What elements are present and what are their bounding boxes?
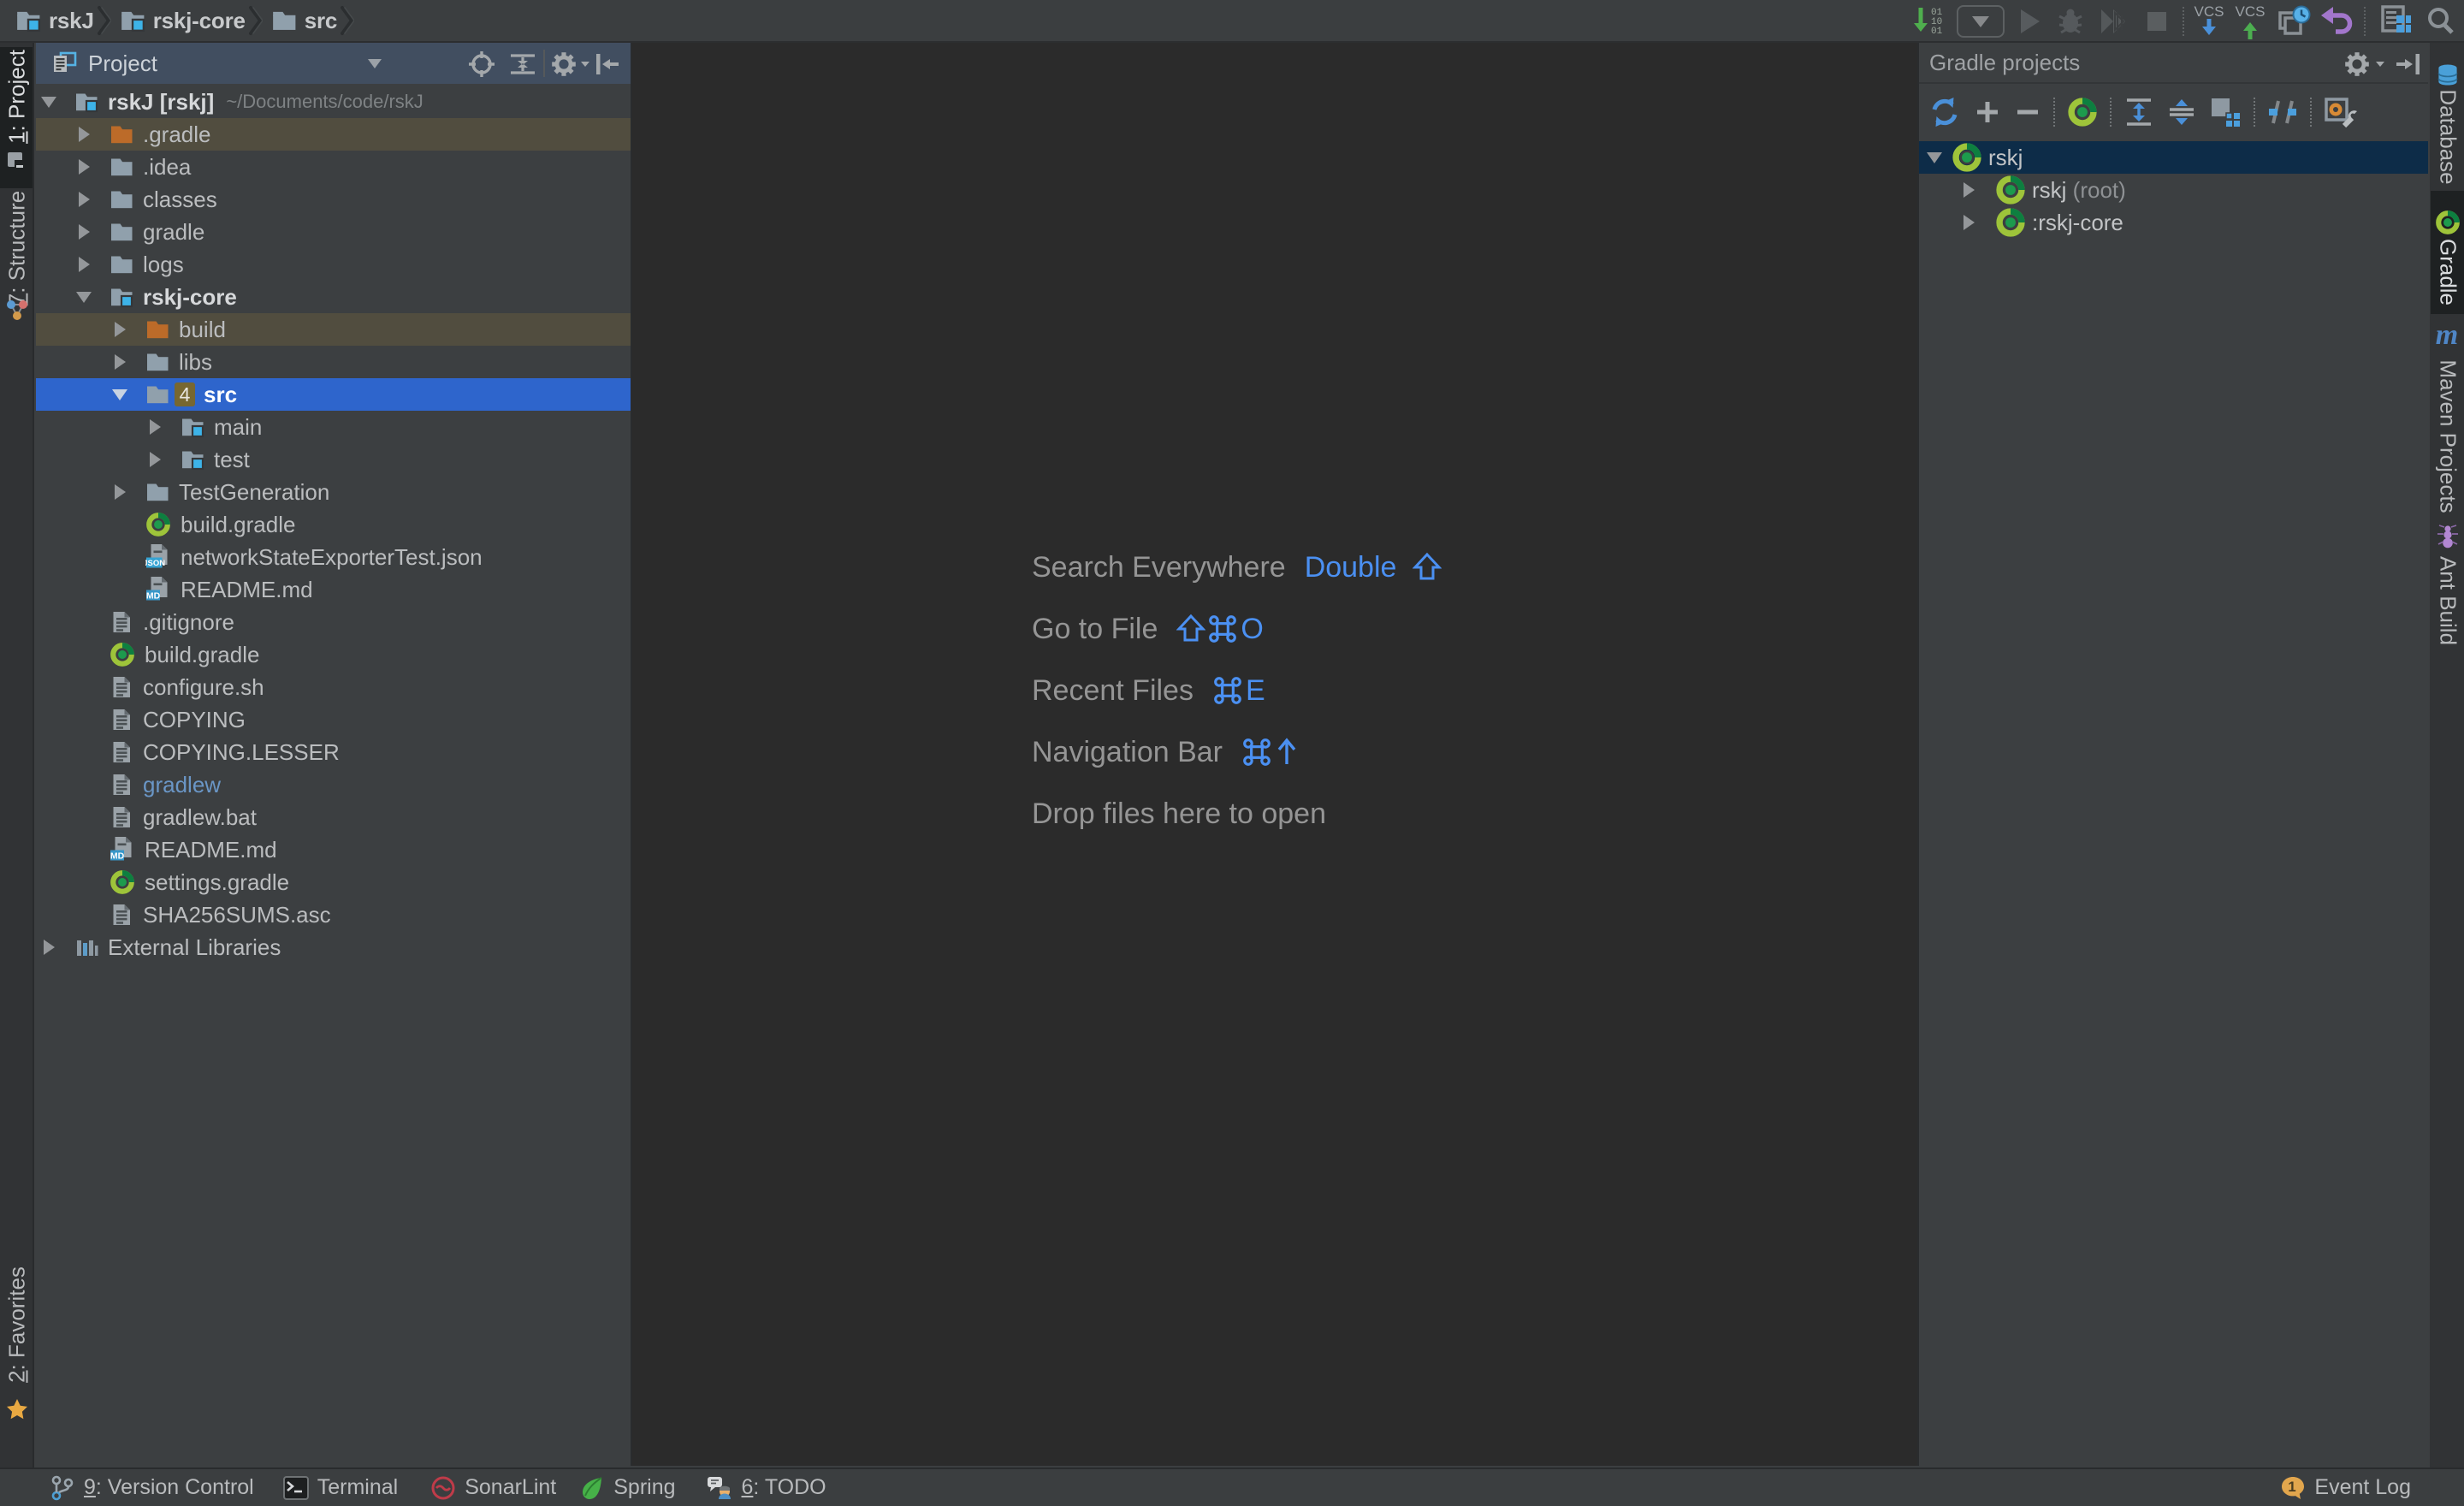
svg-text:1: 1 — [2289, 1479, 2296, 1495]
svg-text:VCS: VCS — [2236, 3, 2266, 20]
svg-text:VCS: VCS — [2194, 3, 2224, 20]
svg-text:01: 01 — [1931, 27, 1943, 37]
